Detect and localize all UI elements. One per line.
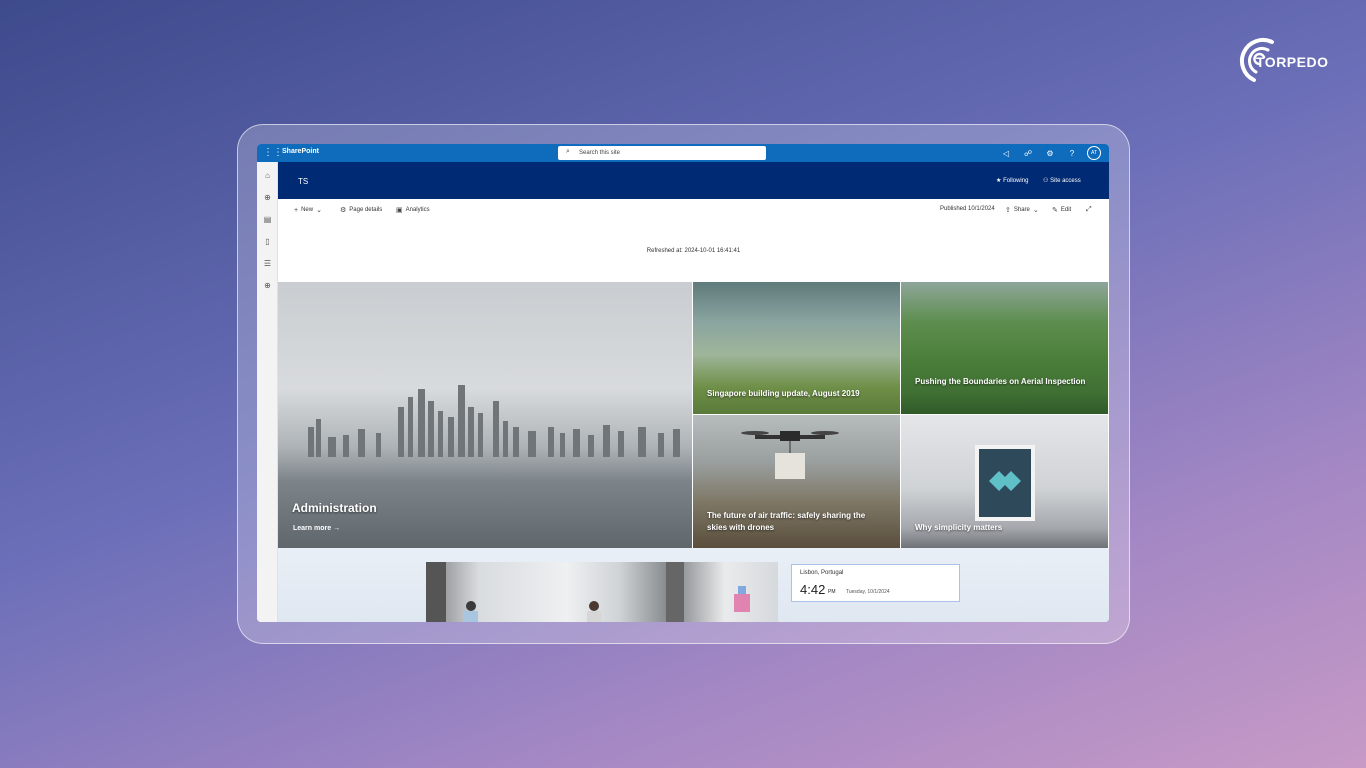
news-tile-title: Why simplicity matters bbox=[915, 523, 1003, 532]
clock-time: 4:42 bbox=[800, 582, 826, 597]
news-tile-aerial[interactable]: Pushing the Boundaries on Aerial Inspect… bbox=[901, 282, 1108, 414]
share-icon: ⇪ bbox=[1005, 207, 1011, 214]
new-button[interactable]: + New ⌄ bbox=[294, 206, 322, 215]
published-label: Published 10/1/2024 bbox=[940, 206, 995, 212]
share-button[interactable]: ⇪ Share ⌄ bbox=[1005, 206, 1039, 214]
suite-actions: ◁ ☍ ⚙ ? AT bbox=[999, 146, 1101, 160]
avatar[interactable]: AT bbox=[1087, 146, 1101, 160]
app-rail: ⌂ ⊕ ▤ ▯ ☰ ⊕ bbox=[257, 162, 278, 622]
hero-main-tile[interactable]: Administration Learn more → bbox=[278, 282, 692, 548]
search-input[interactable]: Search this site bbox=[579, 150, 620, 156]
world-clock: Lisbon, Portugal 4:42 PM Tuesday, 10/1/2… bbox=[791, 564, 960, 602]
chevron-down-icon: ⌄ bbox=[316, 207, 322, 214]
hero-main-title: Administration bbox=[292, 501, 377, 515]
news-tile-drones[interactable]: The future of air traffic: safely sharin… bbox=[693, 415, 900, 548]
sharepoint-window: ⋮⋮ SharePoint ⌕ Search this site ◁ ☍ ⚙ ?… bbox=[257, 144, 1109, 622]
expand-button[interactable]: ⤢ bbox=[1086, 206, 1092, 214]
globe-icon[interactable]: ⊕ bbox=[262, 192, 273, 203]
share-people-icon[interactable]: ☍ bbox=[1021, 149, 1035, 158]
lower-section: Lisbon, Portugal 4:42 PM Tuesday, 10/1/2… bbox=[278, 548, 1109, 622]
page-details-button[interactable]: ⚙ Page details bbox=[340, 206, 382, 214]
plus-icon: + bbox=[294, 206, 299, 214]
share-label: Share bbox=[1013, 207, 1030, 213]
add-circle-icon[interactable]: ⊕ bbox=[262, 280, 273, 291]
site-access-label: Site access bbox=[1050, 178, 1081, 184]
gear-icon: ⚙ bbox=[340, 207, 347, 214]
news-tile-title: Pushing the Boundaries on Aerial Inspect… bbox=[915, 377, 1086, 386]
office-image bbox=[426, 562, 778, 622]
clock-location: Lisbon, Portugal bbox=[800, 570, 844, 576]
clock-ampm: PM bbox=[828, 589, 836, 595]
suite-bar: ⋮⋮ SharePoint ⌕ Search this site ◁ ☍ ⚙ ?… bbox=[257, 144, 1109, 162]
following-label: Following bbox=[1003, 178, 1029, 184]
city-skyline-image bbox=[308, 385, 680, 457]
megaphone-icon[interactable]: ◁ bbox=[999, 149, 1013, 158]
expand-icon: ⤢ bbox=[1086, 206, 1092, 213]
star-icon: ★ bbox=[996, 178, 1002, 184]
site-header: TS ★ Following ⚇ Site access bbox=[278, 162, 1109, 199]
help-icon[interactable]: ? bbox=[1065, 149, 1079, 158]
news-tile-singapore[interactable]: Singapore building update, August 2019 bbox=[693, 282, 900, 414]
published-status: Published 10/1/2024 bbox=[940, 206, 995, 212]
torpedo-logo: TORPEDO bbox=[1232, 30, 1328, 86]
chevron-down-icon: ⌄ bbox=[1032, 207, 1039, 214]
book-image bbox=[975, 445, 1035, 521]
site-access-button[interactable]: ⚇ Site access bbox=[1043, 177, 1081, 184]
analytics-button[interactable]: ▣ Analytics bbox=[396, 206, 430, 214]
gear-icon[interactable]: ⚙ bbox=[1043, 149, 1057, 158]
brand-name: TORPEDO bbox=[1256, 54, 1329, 70]
people-icon: ⚇ bbox=[1043, 178, 1049, 184]
news-tile-simplicity[interactable]: Why simplicity matters bbox=[901, 415, 1108, 548]
following-button[interactable]: ★ Following bbox=[996, 177, 1028, 184]
edit-button[interactable]: ✎ Edit bbox=[1052, 206, 1071, 214]
clock-date: Tuesday, 10/1/2024 bbox=[846, 589, 890, 595]
drone-image bbox=[741, 431, 839, 479]
pencil-icon: ✎ bbox=[1052, 207, 1058, 214]
app-launcher-icon[interactable]: ⋮⋮ bbox=[263, 147, 283, 159]
lists-icon[interactable]: ☰ bbox=[262, 258, 273, 269]
analytics-label: Analytics bbox=[405, 207, 430, 213]
analytics-icon: ▣ bbox=[396, 207, 403, 214]
refreshed-text: Refreshed at: 2024-10-01 16:41:41 bbox=[646, 248, 741, 254]
learn-more-link[interactable]: Learn more → bbox=[293, 525, 340, 532]
news-tile-title: Singapore building update, August 2019 bbox=[707, 389, 860, 398]
app-name[interactable]: SharePoint bbox=[282, 148, 319, 155]
site-title[interactable]: TS bbox=[298, 177, 308, 186]
search-box[interactable]: ⌕ Search this site bbox=[558, 146, 766, 160]
command-bar: + New ⌄ ⚙ Page details ▣ Analytics Publi… bbox=[278, 199, 1109, 221]
page-details-label: Page details bbox=[349, 207, 383, 213]
news-tile-title: The future of air traffic: safely sharin… bbox=[707, 511, 866, 532]
new-label: New bbox=[301, 207, 314, 213]
news-icon[interactable]: ▤ bbox=[262, 214, 273, 225]
office-people-image bbox=[426, 562, 750, 622]
search-icon: ⌕ bbox=[566, 148, 570, 155]
edit-label: Edit bbox=[1060, 207, 1072, 213]
file-icon[interactable]: ▯ bbox=[262, 236, 273, 247]
home-icon[interactable]: ⌂ bbox=[262, 170, 273, 181]
